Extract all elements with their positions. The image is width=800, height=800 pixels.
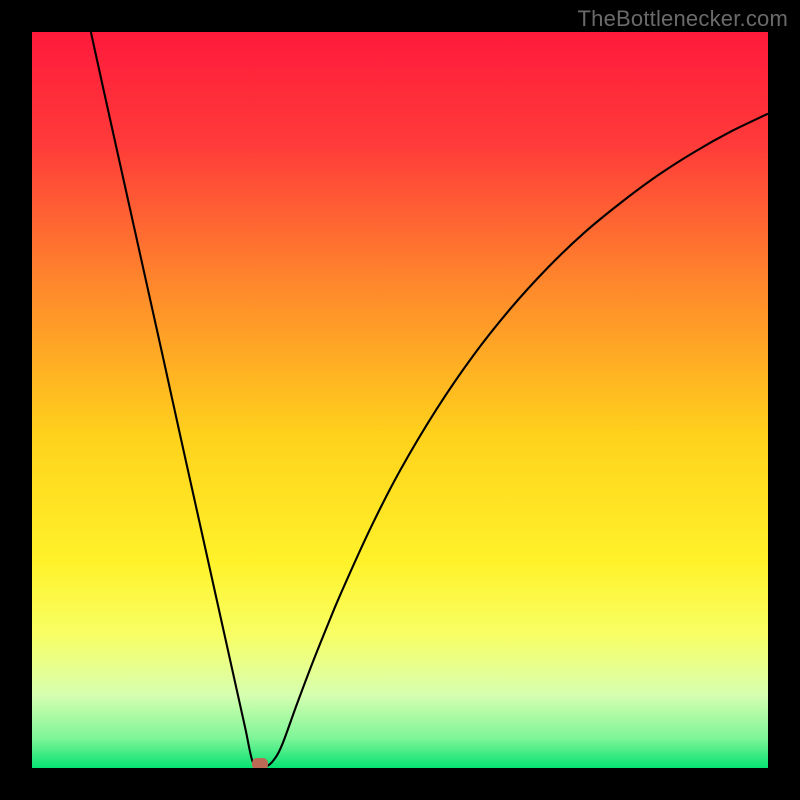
chart-frame: TheBottlenecker.com xyxy=(0,0,800,800)
watermark-text: TheBottlenecker.com xyxy=(578,6,788,32)
plot-area xyxy=(32,32,768,768)
optimum-marker xyxy=(252,758,268,768)
bottleneck-curve xyxy=(32,32,768,768)
